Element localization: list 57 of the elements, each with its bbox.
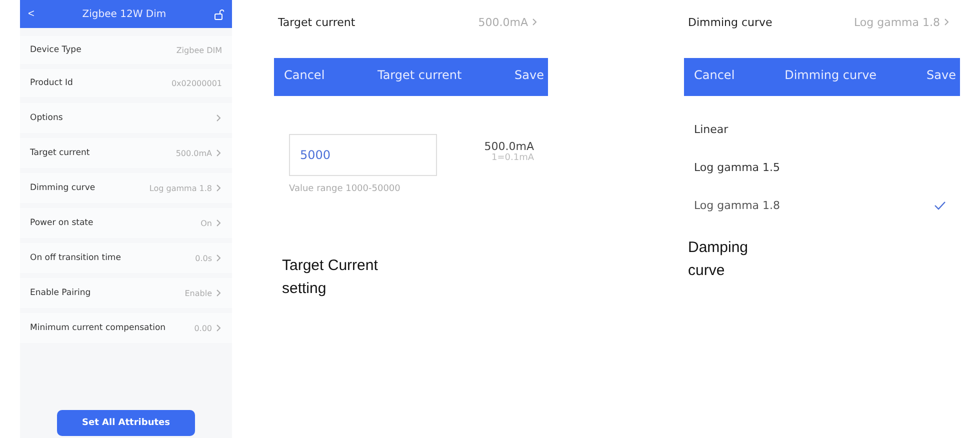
chevron-icon	[216, 324, 222, 332]
chevron-icon	[944, 18, 950, 26]
set-all-attributes-button[interactable]: Set All Attributes	[57, 410, 195, 436]
option-item[interactable]: Log gamma 1.5	[684, 148, 960, 186]
row-label: On off transition time	[30, 253, 121, 263]
check-icon	[934, 200, 946, 210]
row-label: Device Type	[30, 45, 82, 55]
input-field[interactable]: 5000	[289, 134, 437, 176]
chevron-icon	[532, 18, 538, 26]
list-row[interactable]: Target current 500.0mA	[20, 138, 232, 168]
row-label: Enable Pairing	[30, 288, 91, 298]
caption: Target Current setting	[282, 256, 379, 299]
chevron-icon	[216, 149, 222, 157]
option-item[interactable]: Linear	[684, 110, 960, 148]
unlock-icon[interactable]	[214, 8, 224, 20]
back-button[interactable]: <	[28, 8, 34, 20]
row-label: Dimming curve	[30, 183, 96, 193]
row-label: Product Id	[30, 78, 73, 88]
list-row[interactable]: On off transition time 0.0s	[20, 243, 232, 273]
row-value: Log gamma 1.8	[149, 184, 212, 192]
row-value: 500.0mA	[176, 148, 212, 158]
row-value: 500.0mA	[478, 16, 528, 28]
save-button[interactable]: Save	[926, 68, 956, 82]
row-value: On	[200, 218, 212, 228]
row-value: Zigbee DIM	[176, 46, 222, 54]
list-row[interactable]: Options	[20, 103, 232, 133]
cancel-button[interactable]: Cancel	[284, 68, 325, 82]
unit-note: 1=0.1mA	[491, 153, 534, 163]
row-value: Log gamma 1.8	[854, 16, 940, 28]
row-value: 0.00	[194, 324, 212, 332]
row-label: Power on state	[30, 218, 94, 228]
row-label: Dimming curve	[688, 16, 772, 28]
row-value: 0.0s	[195, 254, 212, 262]
dialog-title: Dimming curve	[784, 68, 877, 82]
chevron-icon	[216, 289, 222, 297]
screen-title: Zigbee 12W Dim	[82, 8, 166, 20]
row-value: 0x02000001	[171, 78, 222, 88]
row-label: Minimum current compensation	[30, 323, 166, 333]
list-row[interactable]: Dimming curve Log gamma 1.8	[20, 173, 232, 203]
row-value: Enable	[184, 288, 212, 298]
option-item[interactable]: Log gamma 1.8	[684, 186, 960, 224]
current-reading: 500.0mA	[484, 140, 534, 153]
save-button[interactable]: Save	[514, 68, 544, 82]
range-hint: Value range 1000-50000	[288, 183, 402, 196]
chevron-icon	[216, 114, 222, 122]
row-label: Options	[30, 113, 63, 123]
row-label: Target current	[30, 148, 90, 158]
cancel-button[interactable]: Cancel	[694, 68, 735, 82]
chevron-icon	[216, 184, 222, 192]
list-row[interactable]: Minimum current compensation 0.00	[20, 313, 232, 343]
caption: Damping curve	[688, 238, 750, 281]
list-row[interactable]: Enable Pairing Enable	[20, 278, 232, 308]
list-row[interactable]: Power on state On	[20, 208, 232, 238]
row-label: Target current	[278, 16, 356, 28]
dialog-title: Target current	[377, 68, 462, 82]
chevron-icon	[216, 254, 222, 262]
chevron-icon	[216, 219, 222, 227]
